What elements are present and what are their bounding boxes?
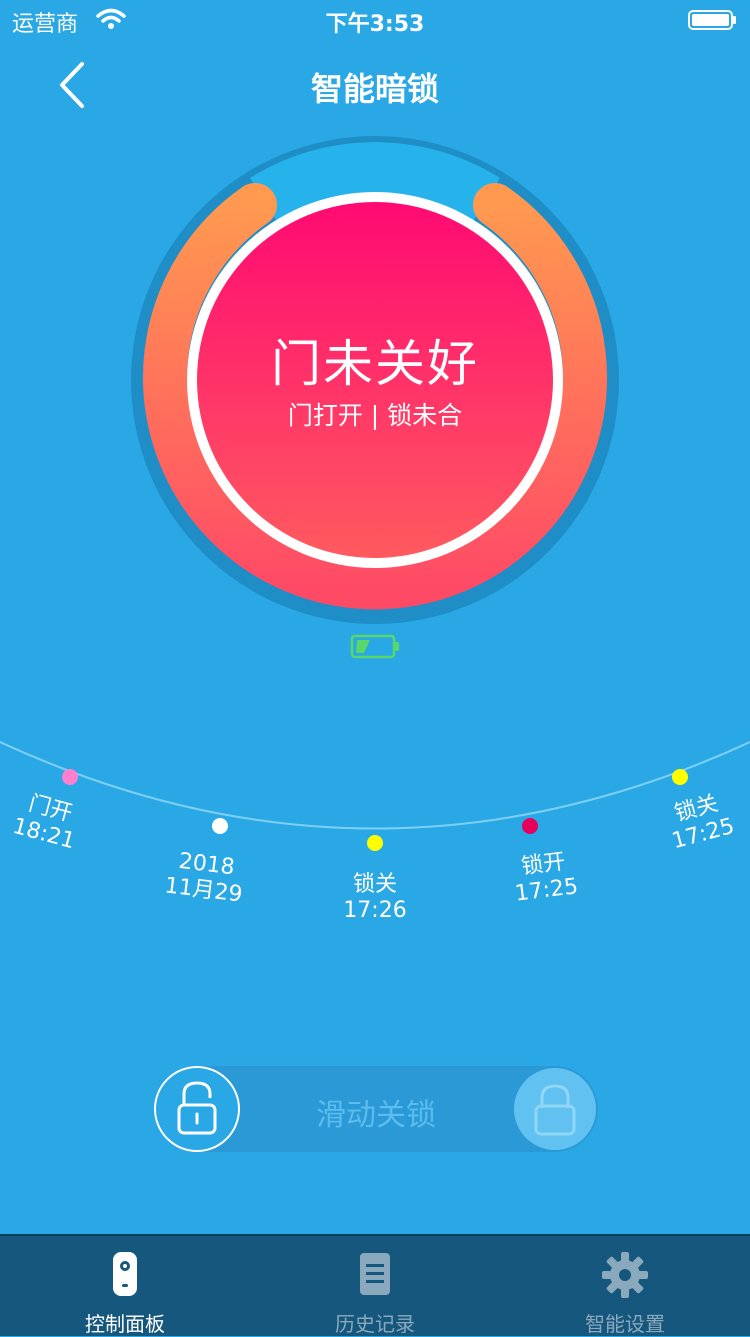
- slider-thumb[interactable]: [154, 1066, 240, 1152]
- locked-icon: [534, 1084, 576, 1136]
- tab-label: 历史记录: [335, 1312, 415, 1336]
- tab-label: 智能设置: [585, 1312, 665, 1336]
- slide-to-lock-slider[interactable]: 滑动关锁: [154, 1066, 598, 1152]
- timeline-dot: [62, 769, 78, 785]
- tab-bar: 控制面板 历史记录 智能设置: [0, 1234, 750, 1336]
- event-timeline[interactable]: 门开 18:21 2018 11月29 锁关 17:26 锁开 17:25 锁关…: [0, 700, 750, 960]
- tab-label: 控制面板: [85, 1312, 165, 1336]
- remote-icon: [113, 1252, 137, 1296]
- tab-history[interactable]: 历史记录: [250, 1236, 500, 1336]
- tab-smart-settings[interactable]: 智能设置: [500, 1236, 750, 1336]
- timeline-dot: [212, 818, 228, 834]
- timeline-event: 锁关 17:26: [320, 872, 430, 924]
- timeline-dot: [672, 769, 688, 785]
- slider-target: [514, 1068, 596, 1150]
- timeline-dot: [367, 835, 383, 851]
- lock-status-detail: 门打开 | 锁未合: [287, 401, 463, 430]
- lock-status-title: 门未关好: [271, 335, 479, 393]
- timeline-event-title: 锁关: [352, 872, 397, 897]
- tab-control-panel[interactable]: 控制面板: [0, 1236, 250, 1336]
- gear-icon: [602, 1252, 648, 1298]
- unlocked-icon: [177, 1081, 217, 1135]
- timeline-dot: [522, 818, 538, 834]
- timeline-event-time: 17:26: [343, 898, 407, 923]
- lock-battery-icon: [350, 634, 399, 659]
- document-icon: [360, 1253, 390, 1295]
